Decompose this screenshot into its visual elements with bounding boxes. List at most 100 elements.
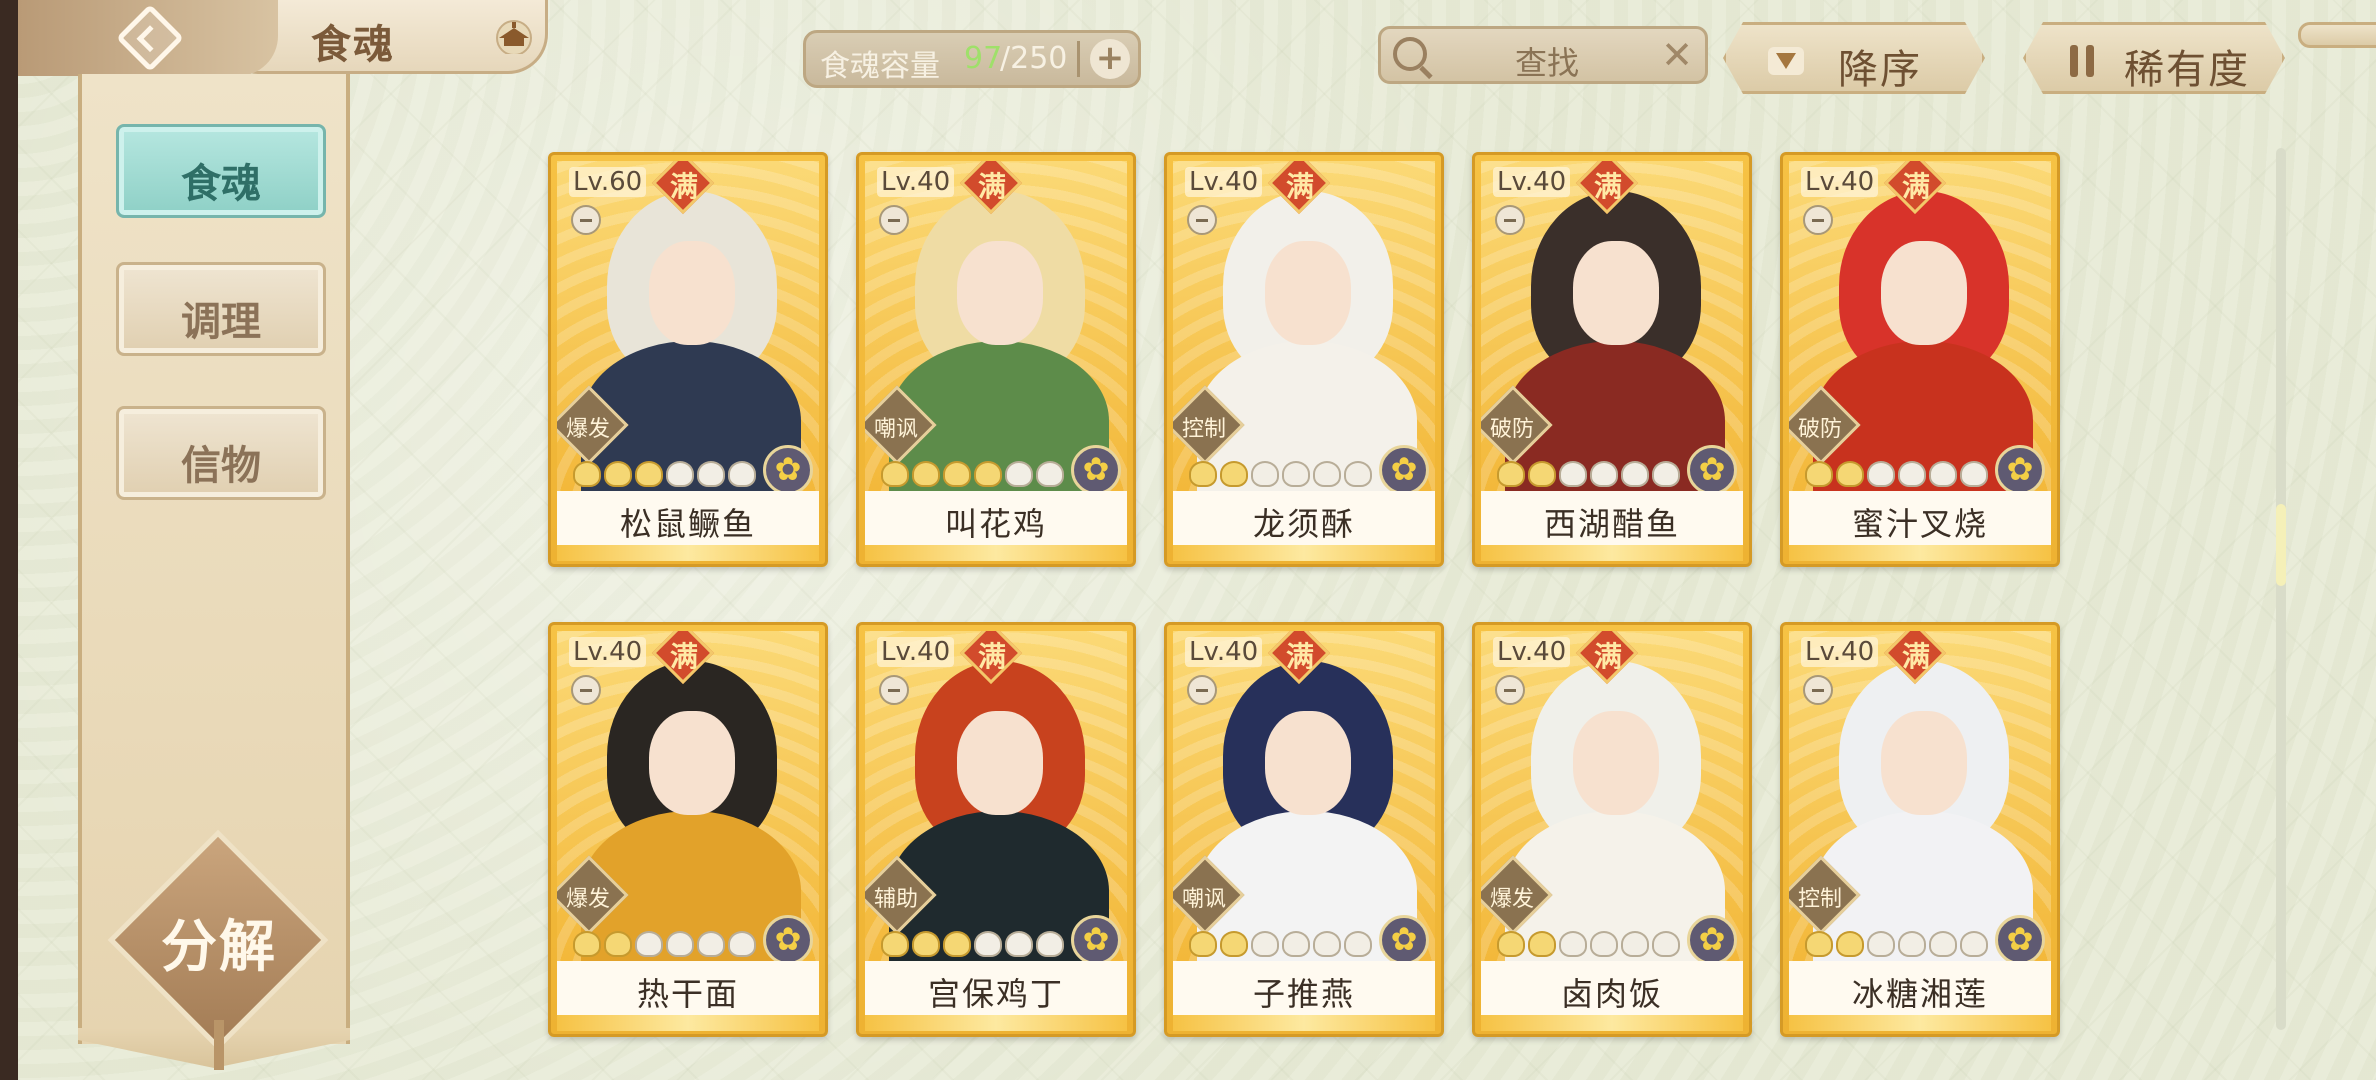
food-soul-card[interactable]: Lv.40 满 破防 ✿ 蜜汁叉烧 — [1780, 152, 2060, 567]
card-footer — [865, 1015, 1127, 1031]
food-soul-card[interactable]: Lv.60 满 爆发 ✿ 松鼠鳜鱼 — [548, 152, 828, 567]
sidebar-tab-label: 食魂 — [181, 161, 261, 207]
max-label: 满 — [977, 170, 1006, 203]
character-portrait: Lv.40 满 控制 ✿ — [1173, 161, 1435, 491]
star-icon — [1652, 461, 1680, 487]
flower-rarity-icon: ✿ — [1379, 445, 1429, 491]
card-footer — [557, 545, 819, 561]
pavilion-icon[interactable] — [491, 18, 537, 54]
star-rating — [1805, 931, 1995, 961]
search-input[interactable]: 查找 ✕ — [1378, 26, 1708, 84]
max-label: 满 — [669, 170, 698, 203]
star-icon — [728, 461, 756, 487]
grade-icon — [1803, 205, 1833, 235]
capacity-max: /250 — [1000, 41, 1068, 76]
star-icon — [1528, 931, 1556, 957]
food-soul-card[interactable]: Lv.40 满 控制 ✿ 冰糖湘莲 — [1780, 622, 2060, 1037]
name-plate: 松鼠鳜鱼 — [557, 491, 819, 545]
portrait-face — [957, 241, 1043, 345]
food-soul-card[interactable]: Lv.40 满 破防 ✿ 西湖醋鱼 — [1472, 152, 1752, 567]
star-icon — [604, 461, 632, 487]
portrait-face — [649, 711, 735, 815]
character-name: 宫保鸡丁 — [927, 975, 1064, 1013]
portrait-face — [1573, 711, 1659, 815]
sidebar-tab-conditioning[interactable]: 调理 — [116, 262, 326, 356]
grade-icon — [1495, 675, 1525, 705]
name-plate: 叫花鸡 — [865, 491, 1127, 545]
star-icon — [1867, 461, 1895, 487]
level-label: Lv.40 — [1493, 637, 1571, 667]
character-portrait: Lv.40 满 嘲讽 ✿ — [865, 161, 1127, 491]
star-rating — [1497, 931, 1687, 961]
star-icon — [1313, 931, 1341, 957]
character-portrait: Lv.40 满 控制 ✿ — [1789, 631, 2051, 961]
portrait-face — [649, 241, 735, 345]
name-plate: 蜜汁叉烧 — [1789, 491, 2051, 545]
level-label: Lv.40 — [877, 167, 955, 197]
grade-icon — [571, 205, 601, 235]
max-label: 满 — [669, 640, 698, 673]
star-icon — [1220, 461, 1248, 487]
scrollbar[interactable] — [2276, 148, 2286, 1030]
star-icon — [912, 461, 940, 487]
grade-icon — [1495, 205, 1525, 235]
food-soul-card[interactable]: Lv.40 满 爆发 ✿ 热干面 — [548, 622, 828, 1037]
character-name: 子推燕 — [1252, 975, 1355, 1013]
star-icon — [1867, 931, 1895, 957]
capacity-label: 食魂容量 — [820, 49, 940, 84]
flower-rarity-icon: ✿ — [1687, 445, 1737, 491]
portrait-face — [1881, 711, 1967, 815]
max-label: 满 — [977, 640, 1006, 673]
page-title: 食魂 — [311, 22, 395, 68]
card-footer — [1481, 1015, 1743, 1031]
food-soul-card[interactable]: Lv.40 满 辅助 ✿ 宫保鸡丁 — [856, 622, 1136, 1037]
sort-order-button[interactable]: 降序 — [1723, 22, 1985, 94]
sidebar-tab-token[interactable]: 信物 — [116, 406, 326, 500]
star-icon — [1652, 931, 1680, 957]
level-label: Lv.40 — [1185, 167, 1263, 197]
food-soul-card[interactable]: Lv.40 满 嘲讽 ✿ 子推燕 — [1164, 622, 1444, 1037]
name-plate: 卤肉饭 — [1481, 961, 1743, 1015]
decompose-label: 分解 — [161, 915, 277, 980]
character-portrait: Lv.40 满 爆发 ✿ — [1481, 631, 1743, 961]
card-footer — [1481, 545, 1743, 561]
name-plate: 热干面 — [557, 961, 819, 1015]
name-plate: 子推燕 — [1173, 961, 1435, 1015]
extra-menu-tab[interactable] — [2298, 22, 2376, 48]
flower-rarity-icon: ✿ — [1687, 915, 1737, 961]
star-icon — [974, 461, 1002, 487]
character-name: 龙须酥 — [1252, 505, 1355, 543]
star-icon — [1898, 461, 1926, 487]
clear-search-icon[interactable]: ✕ — [1661, 33, 1693, 77]
grade-icon — [879, 205, 909, 235]
star-icon — [1282, 461, 1310, 487]
star-icon — [728, 931, 756, 957]
max-label: 满 — [1593, 170, 1622, 203]
name-plate: 宫保鸡丁 — [865, 961, 1127, 1015]
star-icon — [666, 461, 694, 487]
star-rating — [1189, 931, 1379, 961]
expand-capacity-button[interactable]: + — [1090, 39, 1130, 79]
food-soul-card[interactable]: Lv.40 满 爆发 ✿ 卤肉饭 — [1472, 622, 1752, 1037]
sort-toggle-icon — [2064, 43, 2104, 79]
back-arrow-icon — [116, 4, 184, 72]
role-label: 爆发 — [565, 887, 610, 912]
star-icon — [1189, 931, 1217, 957]
food-soul-card[interactable]: Lv.40 满 控制 ✿ 龙须酥 — [1164, 152, 1444, 567]
level-label: Lv.40 — [1801, 167, 1879, 197]
star-icon — [1497, 461, 1525, 487]
flower-rarity-icon: ✿ — [1379, 915, 1429, 961]
level-label: Lv.40 — [1185, 637, 1263, 667]
star-icon — [604, 931, 632, 957]
scroll-thumb[interactable] — [2276, 504, 2286, 586]
sidebar-tab-soul[interactable]: 食魂 — [116, 124, 326, 218]
star-rating — [881, 461, 1071, 491]
name-plate: 龙须酥 — [1173, 491, 1435, 545]
flower-rarity-icon: ✿ — [763, 915, 813, 961]
card-footer — [1789, 1015, 2051, 1031]
food-soul-card[interactable]: Lv.40 满 嘲讽 ✿ 叫花鸡 — [856, 152, 1136, 567]
sort-rarity-button[interactable]: 稀有度 — [2023, 22, 2285, 94]
star-rating — [573, 461, 763, 491]
back-button[interactable] — [18, 0, 278, 76]
star-icon — [974, 931, 1002, 957]
